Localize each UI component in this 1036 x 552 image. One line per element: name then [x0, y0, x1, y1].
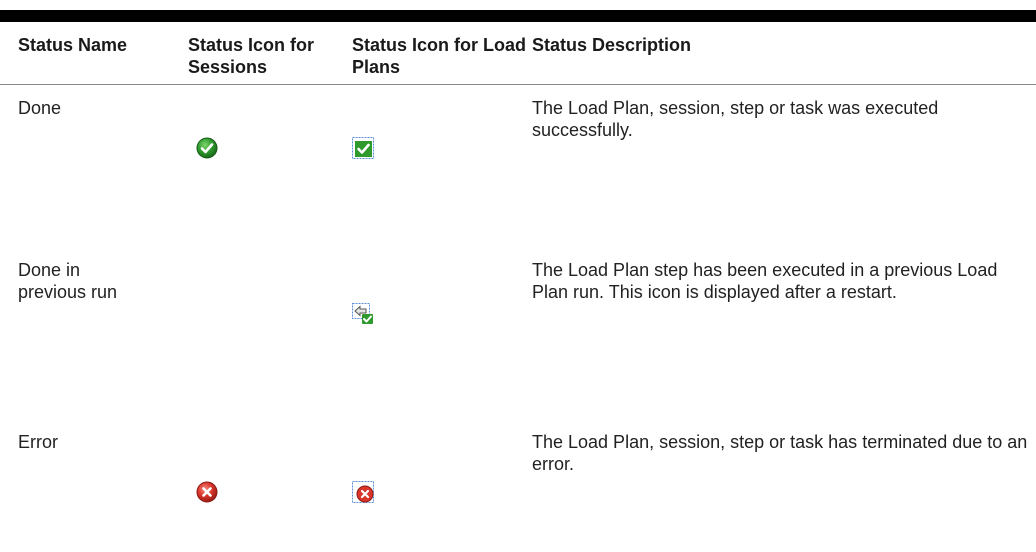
loadplan-icon-cell [352, 419, 532, 521]
loadplan-done-previous-run-icon [352, 303, 374, 325]
table-row: Error The Load Plan, session, step or ta… [0, 419, 1036, 521]
status-description: The Load Plan, session, step or task was… [532, 98, 939, 140]
check-circle-green-icon [196, 137, 218, 159]
loadplan-icon-cell [352, 85, 532, 248]
loadplan-icon-cell [352, 247, 532, 419]
header-status-icon-sessions: Status Icon for Sessions [186, 22, 352, 85]
table-header-row: Status Name Status Icon for Sessions Sta… [0, 22, 1036, 85]
header-status-name: Status Name [0, 22, 186, 85]
status-name: Done [18, 98, 62, 118]
status-name: Done in previous run [18, 260, 118, 302]
top-rule [0, 10, 1036, 22]
header-status-description: Status Description [532, 22, 1036, 85]
x-circle-red-icon [196, 481, 218, 503]
header-status-icon-load-plans: Status Icon for Load Plans [352, 22, 532, 85]
loadplan-done-icon [352, 137, 374, 159]
table-row: Done in previous run The Load Plan step … [0, 247, 1036, 419]
status-description: The Load Plan, session, step or task has… [532, 432, 1028, 474]
status-description: The Load Plan step has been executed in … [532, 260, 998, 302]
session-icon-cell [186, 419, 352, 521]
status-table: Status Name Status Icon for Sessions Sta… [0, 22, 1036, 521]
loadplan-error-icon [352, 481, 374, 503]
status-name: Error [18, 432, 58, 452]
table-row: Done The Load Plan, session, step or tas… [0, 85, 1036, 248]
session-icon-cell [186, 247, 352, 419]
session-icon-cell [186, 85, 352, 248]
